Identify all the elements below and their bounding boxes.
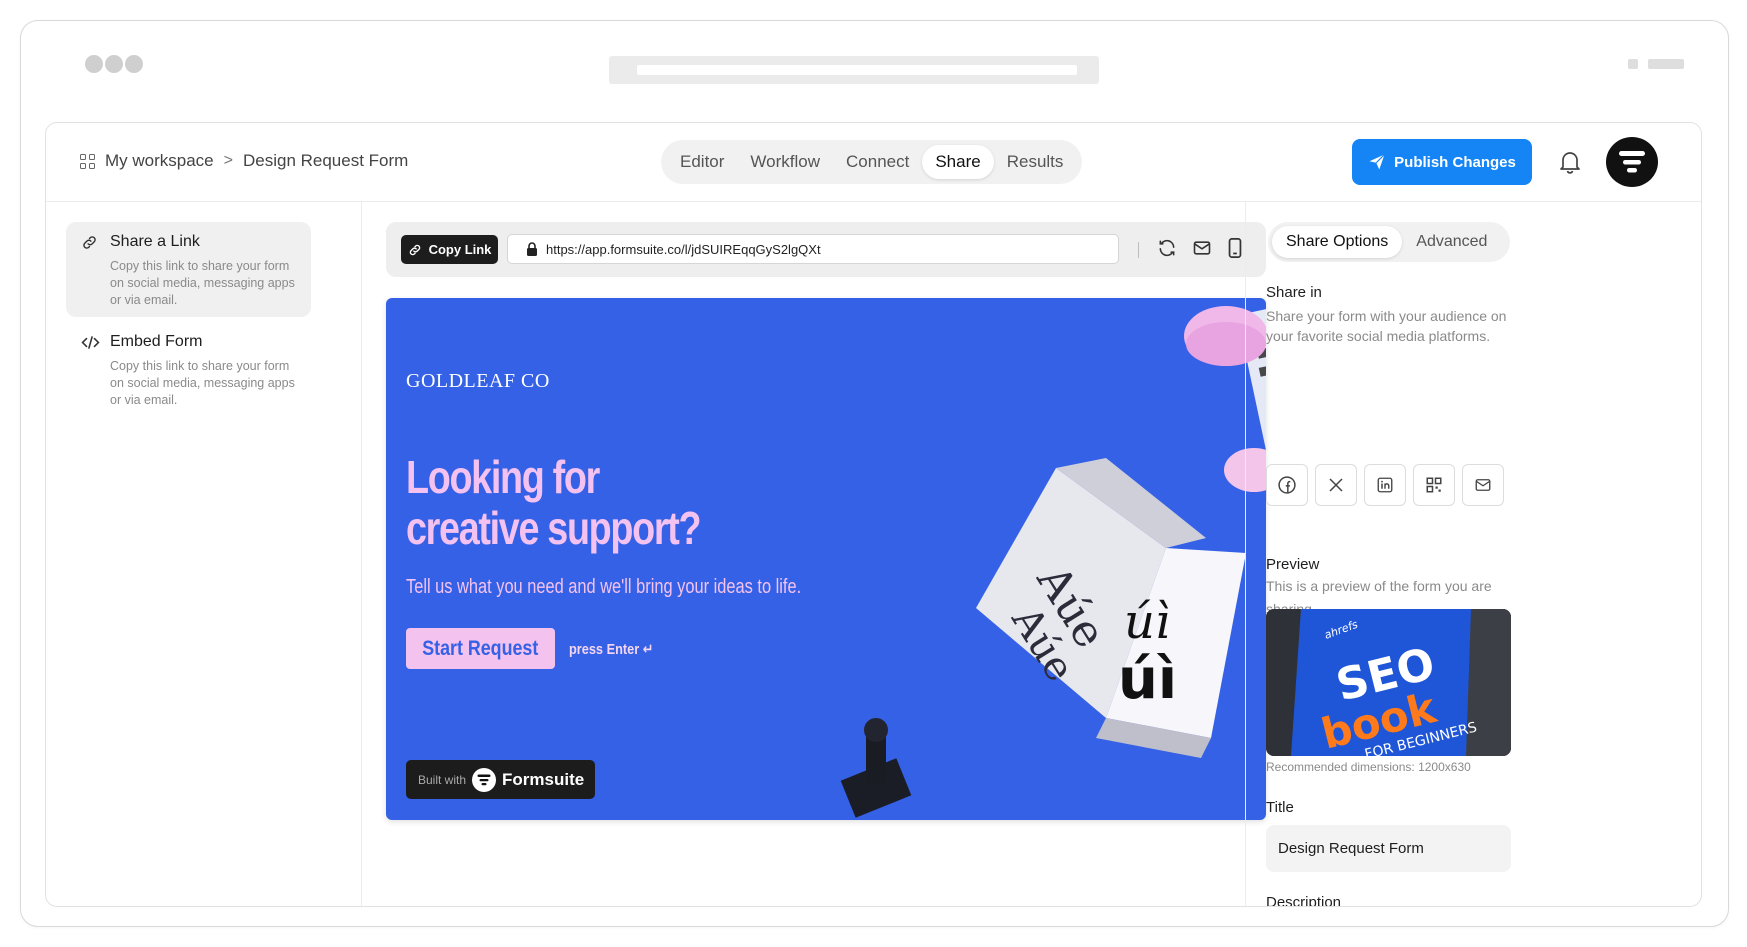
svg-text:úì: úì <box>1118 647 1177 712</box>
link-icon <box>409 244 420 255</box>
address-bar[interactable] <box>609 56 1099 84</box>
toolbar-divider <box>1138 242 1139 258</box>
facebook-button[interactable] <box>1266 464 1308 506</box>
press-enter-hint: press Enter ↵ <box>569 641 654 658</box>
bell-icon[interactable] <box>1558 149 1582 175</box>
share-options-panel: Share Options Advanced Share in Share yo… <box>1245 202 1701 907</box>
share-link-desc: Copy this link to share your form on soc… <box>110 259 295 307</box>
refresh-icon[interactable] <box>1157 238 1177 258</box>
embed-form-option[interactable]: Embed Form Copy this link to share your … <box>66 322 311 417</box>
camera-rig-image <box>840 718 912 818</box>
linkedin-button[interactable] <box>1364 464 1406 506</box>
share-link-title: Share a Link <box>110 233 200 250</box>
tab-editor[interactable]: Editor <box>667 145 737 179</box>
form-subheadline: Tell us what you need and we'll bring yo… <box>406 576 802 598</box>
tab-results[interactable]: Results <box>994 145 1077 179</box>
form-headline: Looking for creative support? <box>406 451 702 554</box>
window-controls <box>1628 59 1698 71</box>
lock-icon <box>527 242 537 256</box>
recommended-dimensions: Recommended dimensions: 1200x630 <box>1266 760 1471 774</box>
breadcrumb-separator: > <box>223 152 233 169</box>
main-tabs: Editor Workflow Connect Share Results <box>661 140 1083 184</box>
address-bar-placeholder <box>637 65 1077 75</box>
mail-icon <box>1475 479 1491 491</box>
embed-form-desc: Copy this link to share your form on soc… <box>110 359 295 407</box>
window-dot <box>125 55 143 73</box>
share-link-option[interactable]: Share a Link Copy this link to share you… <box>66 222 311 317</box>
breadcrumb: My workspace > Design Request Form <box>80 151 408 171</box>
hero-illustration: Aúe Aúe úì úì <box>840 299 1266 818</box>
form-preview-canvas: Aúe Aúe úì úì GOLDLEAF CO Looking for cr… <box>386 298 1266 820</box>
title-input-value: Design Request Form <box>1278 840 1424 857</box>
start-request-button[interactable]: Start Request <box>406 628 555 669</box>
built-with-brand: Formsuite <box>502 769 585 789</box>
send-icon <box>1369 154 1386 170</box>
form-brand-name: GOLDLEAF CO <box>406 370 550 392</box>
publish-changes-button[interactable]: Publish Changes <box>1352 139 1532 185</box>
share-url-field[interactable]: https://app.formsuite.co/l/jdSUIREqqGyS2… <box>507 234 1119 264</box>
svg-text:úì: úì <box>1124 594 1170 650</box>
right-panel-tabs: Share Options Advanced <box>1268 222 1510 262</box>
qr-code-button[interactable] <box>1413 464 1455 506</box>
built-with-badge[interactable]: Built with Formsuite <box>406 760 595 799</box>
x-button[interactable] <box>1315 464 1357 506</box>
code-icon <box>81 336 100 349</box>
title-input[interactable]: Design Request Form <box>1266 825 1511 872</box>
publish-changes-label: Publish Changes <box>1394 153 1516 171</box>
tab-share[interactable]: Share <box>922 145 994 179</box>
tab-workflow[interactable]: Workflow <box>737 145 833 179</box>
seo-book-cover-image: ahrefs SEO book FOR BEGINNERS <box>1266 609 1511 756</box>
tab-connect[interactable]: Connect <box>833 145 922 179</box>
mobile-icon[interactable] <box>1227 238 1243 258</box>
workspace-grid-icon <box>80 153 95 169</box>
copy-link-button[interactable]: Copy Link <box>401 235 498 264</box>
app-header: My workspace > Design Request Form Edito… <box>46 123 1701 202</box>
avatar[interactable] <box>1606 137 1658 187</box>
window-dot <box>105 55 123 73</box>
share-methods-sidebar: Share a Link Copy this link to share you… <box>46 202 362 906</box>
tab-advanced[interactable]: Advanced <box>1402 226 1501 258</box>
window-control[interactable] <box>1648 59 1684 69</box>
link-icon <box>83 236 96 249</box>
tab-share-options[interactable]: Share Options <box>1272 226 1403 258</box>
facebook-icon <box>1278 476 1296 494</box>
embed-form-title: Embed Form <box>110 333 203 350</box>
app-window: My workspace > Design Request Form Edito… <box>45 122 1702 907</box>
qr-code-icon <box>1426 477 1442 493</box>
mail-icon[interactable] <box>1192 238 1212 258</box>
copy-link-label: Copy Link <box>428 242 492 257</box>
share-in-title: Share in <box>1266 284 1322 301</box>
x-icon <box>1329 478 1343 492</box>
breadcrumb-form-name[interactable]: Design Request Form <box>243 151 408 171</box>
description-label: Description <box>1266 894 1342 907</box>
window-dot <box>85 55 103 73</box>
share-in-desc: Share your form with your audience on yo… <box>1266 308 1507 344</box>
email-share-button[interactable] <box>1462 464 1504 506</box>
share-url-text: https://app.formsuite.co/l/jdSUIREqqGyS2… <box>546 241 821 257</box>
title-label: Title <box>1266 799 1294 816</box>
formsuite-logo-icon <box>1619 151 1645 173</box>
linkedin-icon <box>1377 477 1393 493</box>
built-with-label: Built with <box>418 772 467 787</box>
window-control[interactable] <box>1628 59 1638 69</box>
og-preview-image[interactable]: ahrefs SEO book FOR BEGINNERS <box>1266 609 1511 756</box>
preview-title: Preview <box>1266 556 1320 573</box>
breadcrumb-workspace[interactable]: My workspace <box>105 151 214 171</box>
start-request-label: Start Request <box>422 636 539 660</box>
share-link-toolbar: Copy Link https://app.formsuite.co/l/jdS… <box>386 222 1266 277</box>
formsuite-logo-icon <box>472 767 497 792</box>
book-image: Aúe Aúe úì úì <box>976 458 1246 758</box>
